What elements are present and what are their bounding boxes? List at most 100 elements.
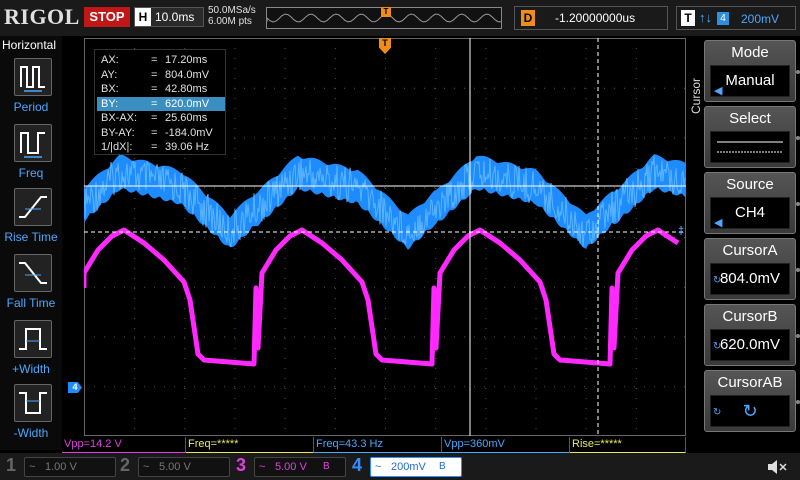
trigger-slope-icon: ↑↓ xyxy=(699,10,712,25)
cursor-readout-row: BX-AX: = 25.60ms xyxy=(97,111,225,125)
softkey-value: ↻ ↻ xyxy=(710,395,790,427)
channel-2-scale[interactable]: ~5.00 V xyxy=(138,457,230,477)
cursor-marker-right: ‡ xyxy=(677,225,685,237)
channel-volts: 1.00 V xyxy=(45,461,77,473)
readout-equals: = xyxy=(151,126,158,139)
cursor-ab-knob-icon: ↻ xyxy=(742,401,758,421)
softkey-title: CursorA xyxy=(722,242,778,259)
readout-key: BY: xyxy=(101,97,119,110)
channel-1-number[interactable]: 1 xyxy=(6,455,16,476)
readout-key: BX-AX: xyxy=(101,112,138,124)
measure-pos-width-button[interactable]: +Width xyxy=(2,320,62,384)
channel-4-number[interactable]: 4 xyxy=(352,455,362,476)
measurement-result: Vpp=14.2 V xyxy=(62,437,186,453)
channel-status-bar: 1 ~1.00 V 2 ~5.00 V 3 ~5.00 V B 4 ~200mV B xyxy=(0,453,800,480)
delay-letter: D xyxy=(521,10,535,26)
rise-time-icon xyxy=(14,188,52,226)
period-icon xyxy=(14,58,52,96)
softkey-cursorab[interactable]: CursorAB ↻ ↻ xyxy=(704,370,796,432)
multifunction-knob-icon: ↻ xyxy=(713,407,722,418)
softkey-value: ◀ CH4 xyxy=(710,197,790,229)
cursor-readout-row: BX: = 42.80ms xyxy=(97,82,225,96)
softkey-title: CursorB xyxy=(722,308,778,325)
ch3-waveform xyxy=(84,227,680,367)
readout-equals: = xyxy=(151,141,158,153)
ch4-offset-marker[interactable]: 4 xyxy=(68,382,82,393)
softkey-value: ◀ Manual xyxy=(710,65,790,97)
readout-key: BX: xyxy=(101,83,119,95)
measure-fall-time-button[interactable]: Fall Time xyxy=(2,254,62,318)
trigger-display[interactable]: T ↑↓ 4 200mV xyxy=(676,6,796,30)
measure-rise-time-button[interactable]: Rise Time xyxy=(2,188,62,252)
cursor-readout-table: AX: = 17.20ms AY: = 804.0mV BX: = 42.80ms BY: = 620… xyxy=(94,49,226,155)
measure-freq-label: Freq xyxy=(18,166,44,180)
delay-display[interactable]: D -1.20000000us xyxy=(514,6,668,30)
timebase-display[interactable]: H 10.0ms xyxy=(134,7,204,27)
measurement-result: Rise=***** xyxy=(570,437,686,453)
softkey-value: ↻ 804.0mV xyxy=(710,263,790,295)
softkey-indicator-dot xyxy=(796,70,800,74)
softkey-title: Select xyxy=(729,110,771,127)
trigger-letter: T xyxy=(681,10,695,26)
channel-volts: 5.00 V xyxy=(275,461,307,473)
multifunction-knob-icon: ↻ xyxy=(713,341,722,352)
softkey-cursorb[interactable]: CursorB ↻ 620.0mV xyxy=(704,304,796,366)
measure-neg-width-button[interactable]: -Width xyxy=(2,384,62,448)
timebase-value: 10.0ms xyxy=(155,10,195,24)
softkey-source[interactable]: Source ◀ CH4 xyxy=(704,172,796,234)
memory-overview-bar[interactable]: T xyxy=(266,7,502,29)
softkey-indicator-dot xyxy=(796,136,800,140)
readout-equals: = xyxy=(151,83,158,95)
measurement-results-bar: Vpp=14.2 V Freq=***** Freq=43.3 Hz Vpp=360m… xyxy=(62,437,686,453)
softkey-mode[interactable]: Mode ◀ Manual xyxy=(704,40,796,102)
measure-rise-time-label: Rise Time xyxy=(4,230,58,244)
sample-rate: 50.0MSa/s xyxy=(208,5,256,16)
cursor-readout-row: BY-AY: = -184.0mV xyxy=(97,126,225,140)
measure-fall-time-label: Fall Time xyxy=(6,296,56,310)
pos-width-icon xyxy=(14,320,52,358)
softkey-value-text: CH4 xyxy=(734,204,765,221)
readout-value: 17.20ms xyxy=(165,54,208,66)
softkey-title: Mode xyxy=(731,44,769,61)
trigger-position-marker: T xyxy=(381,7,391,17)
softkey-select[interactable]: Select xyxy=(704,106,796,168)
readout-value: 42.80ms xyxy=(165,83,208,95)
readout-value: 25.60ms xyxy=(165,112,208,124)
channel-4-scale[interactable]: ~200mV B xyxy=(370,457,462,477)
cursor-readout-row: BY: = 620.0mV xyxy=(97,96,225,111)
softkey-value-text: 804.0mV xyxy=(719,270,781,287)
softkey-cursora[interactable]: CursorA ↻ 804.0mV xyxy=(704,238,796,300)
softkey-indicator-dot xyxy=(796,202,800,206)
fall-time-icon xyxy=(14,254,52,292)
channel-volts: 200mV xyxy=(391,461,426,473)
cursor-readout-row: AY: = 804.0mV xyxy=(97,68,225,82)
readout-value: 620.0mV xyxy=(165,97,210,110)
softkey-indicator-dot xyxy=(796,334,800,338)
select-lines-icon xyxy=(717,141,783,153)
softkey-title: CursorAB xyxy=(717,374,783,391)
channel-2-number[interactable]: 2 xyxy=(120,455,130,476)
speaker-muted-icon[interactable] xyxy=(766,457,788,480)
measure-pos-width-label: +Width xyxy=(12,362,50,376)
measure-neg-width-label: -Width xyxy=(13,426,49,440)
softkey-value-text: Manual xyxy=(725,72,775,89)
measure-period-button[interactable]: Period xyxy=(2,58,62,122)
channel-3-number[interactable]: 3 xyxy=(236,455,246,476)
cursor-readout-row: 1/|dX|: = 39.06 Hz xyxy=(97,140,225,154)
channel-3-scale[interactable]: ~5.00 V B xyxy=(254,457,346,477)
cursor-readout-row: AX: = 17.20ms xyxy=(97,53,225,67)
measurement-panel-title: Horizontal xyxy=(2,38,57,52)
channel-1-scale[interactable]: ~1.00 V xyxy=(24,457,116,477)
menu-arrow-icon: ◀ xyxy=(714,217,723,229)
coupling-icon: ~ xyxy=(375,461,382,473)
readout-key: BY-AY: xyxy=(101,126,135,139)
measurement-result: Vpp=360mV xyxy=(442,437,570,453)
measure-freq-button[interactable]: Freq xyxy=(2,124,62,188)
measure-period-label: Period xyxy=(13,100,49,114)
softkey-indicator-dot xyxy=(796,400,800,404)
trigger-channel: 4 xyxy=(717,12,729,25)
run-stop-indicator[interactable]: STOP xyxy=(84,7,130,27)
readout-key: 1/|dX|: xyxy=(101,141,133,153)
timebase-letter: H xyxy=(135,8,151,26)
softkey-value: ↻ 620.0mV xyxy=(710,329,790,361)
